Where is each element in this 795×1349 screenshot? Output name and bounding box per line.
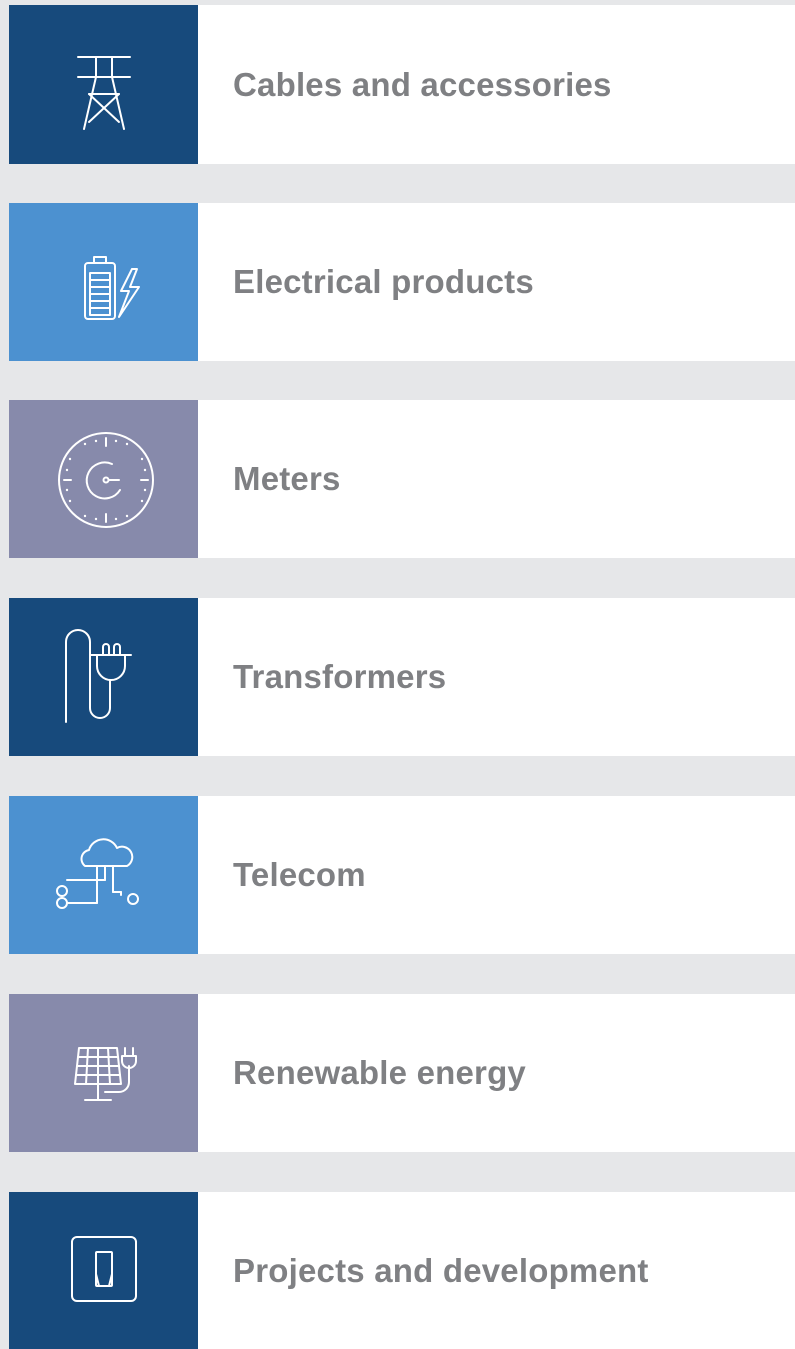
category-card-projects-and-development[interactable]: Projects and development	[9, 1192, 795, 1349]
icon-tile	[9, 400, 198, 558]
category-label: Renewable energy	[233, 1054, 526, 1091]
category-card-cables[interactable]: Cables and accessories	[9, 5, 795, 164]
category-label: Electrical products	[233, 263, 534, 300]
category-card-telecom[interactable]: Telecom	[9, 796, 795, 954]
icon-tile	[9, 598, 198, 756]
category-label: Meters	[233, 460, 341, 497]
transmission-tower-icon	[76, 55, 131, 130]
category-card-renewable-energy[interactable]: Renewable energy	[9, 994, 795, 1152]
category-card-transformers[interactable]: Transformers	[9, 598, 795, 756]
meter-dial-icon	[57, 432, 154, 528]
icon-tile	[9, 1192, 198, 1349]
category-list: Cables and accessories Electrical produc…	[9, 0, 795, 1349]
category-label: Telecom	[233, 856, 366, 893]
icon-tile	[9, 203, 198, 361]
wall-switch-icon	[70, 1235, 137, 1302]
category-label: Cables and accessories	[233, 65, 612, 103]
category-label: Transformers	[233, 658, 447, 695]
battery-lightning-icon	[83, 256, 140, 320]
icon-tile	[9, 796, 198, 954]
category-label: Projects and development	[233, 1251, 649, 1289]
category-card-meters[interactable]: Meters	[9, 400, 795, 558]
solar-panel-plug-icon	[73, 1047, 137, 1101]
cloud-network-icon	[55, 838, 139, 909]
category-card-electrical-products[interactable]: Electrical products	[9, 203, 795, 361]
icon-tile	[9, 994, 198, 1152]
icon-tile	[9, 5, 198, 164]
plug-cable-icon	[64, 629, 132, 723]
